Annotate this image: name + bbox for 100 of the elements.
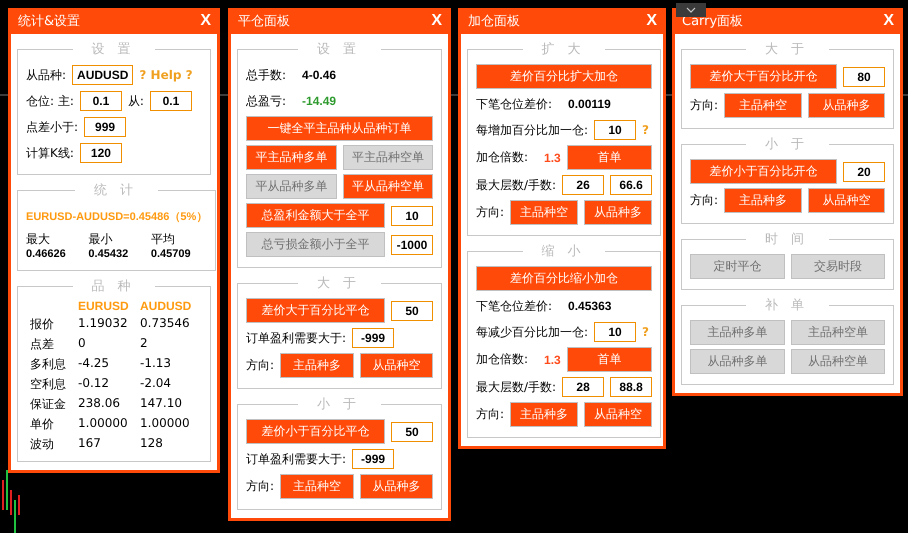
action-button[interactable]: 差价大于百分比开仓 [690,64,837,89]
table-cell-text: 1.00000 [140,416,191,432]
table-cell-text: 167 [78,436,102,452]
field-label: 加仓倍数: [476,149,528,166]
input-field[interactable]: 999 [84,117,126,137]
field-label: 加仓倍数: [476,351,528,368]
action-button[interactable]: 平从品种空单 [342,174,433,199]
action-button[interactable]: 主品种空 [724,93,802,118]
action-button[interactable]: 主品种多单 [690,320,784,345]
table-cell-text: -0.12 [78,376,110,392]
field-label: 方向: [246,478,274,495]
input-field[interactable]: 26 [562,175,604,195]
field-label: 每增加百分比加一仓: [476,122,588,138]
action-button[interactable]: 从品种空 [360,353,434,378]
stat-value: 0.45709 [150,248,192,260]
value-text: 1.3 [544,352,561,366]
close-button[interactable]: X [881,12,896,30]
action-button[interactable]: 主品种空单 [790,320,885,345]
input-field[interactable]: 10 [391,206,433,226]
value-text: 0.00119 [568,97,611,111]
action-button[interactable]: 一键全平主品种从品种订单 [246,116,433,141]
field-label: 方向: [690,97,718,114]
field-label: 从品种: [26,66,66,84]
stat-label: 最大 [26,231,51,248]
field-label: 下笔仓位差价: [476,96,552,112]
input-field[interactable]: 120 [80,143,122,163]
stat-value: 0.45432 [88,248,130,260]
action-button[interactable]: 平主品种多单 [246,145,336,170]
action-button[interactable]: 差价百分比缩小加仓 [476,266,652,291]
action-button[interactable]: 定时平仓 [690,254,784,279]
candlestick [6,470,8,510]
action-button[interactable]: 主品种空 [510,200,578,225]
input-field[interactable]: 0.1 [80,91,122,111]
input-field[interactable]: -1000 [391,234,433,254]
action-button[interactable]: 首单 [566,145,652,170]
stat-value: 0.46626 [26,248,67,260]
candlestick [2,480,4,510]
input-field[interactable]: 10 [594,322,636,342]
input-field[interactable]: 66.6 [610,175,652,195]
group-title: 补单 [764,297,818,314]
action-button[interactable]: 主品种多 [510,402,578,427]
group-title: 小于 [316,396,370,413]
close-button[interactable]: X [644,12,659,30]
help-link[interactable]: ? Help ? [139,68,193,82]
table-cell-text: -2.04 [140,376,172,392]
input-field[interactable]: 28 [562,377,604,397]
input-field[interactable]: 88.8 [610,377,652,397]
action-button[interactable]: 从品种多 [808,93,886,118]
column-header: AUDUSD [140,299,192,313]
input-field[interactable]: -999 [352,328,394,348]
field-label: 订单盈利需要大于: [246,330,346,346]
input-field[interactable]: -999 [352,449,394,469]
action-button[interactable]: 交易时段 [790,254,885,279]
field-label: 仓位: 主: [26,92,74,110]
table-cell-text: 0 [78,336,87,352]
action-button[interactable]: 从品种多单 [690,349,784,374]
help-link[interactable]: ? [642,123,650,137]
input-field[interactable]: AUDUSD [72,65,134,85]
help-link[interactable]: ? [642,325,650,339]
row-label: 波动 [30,436,55,453]
action-button[interactable]: 首单 [566,347,652,372]
action-button[interactable]: 主品种空 [280,474,354,499]
value-text: 4-0.46 [302,68,336,82]
action-button[interactable]: 从品种多 [584,200,652,225]
close-button[interactable]: X [429,12,444,30]
action-button[interactable]: 总亏损金额小于全平 [246,232,385,257]
group-title: 设置 [316,41,370,58]
close-button[interactable]: X [198,12,213,30]
input-field[interactable]: 80 [843,66,885,86]
candlestick [14,500,16,533]
action-button[interactable]: 差价小于百分比开仓 [690,159,837,184]
value-text: -14.49 [302,94,336,108]
action-button[interactable]: 从品种空 [584,402,652,427]
action-button[interactable]: 从品种空 [808,188,886,213]
action-button[interactable]: 总盈利金额大于全平 [246,203,385,228]
field-label: 方向: [476,204,504,221]
action-button[interactable]: 从品种多 [360,474,434,499]
field-label: 点差小于: [26,118,78,136]
table-cell-text: 0.73546 [140,316,191,332]
action-button[interactable]: 从品种空单 [790,349,885,374]
field-label: 最大层数/手数: [476,378,556,396]
stat-label: 最小 [88,231,114,248]
action-button[interactable]: 差价大于百分比平仓 [246,298,385,323]
group-title: 扩大 [540,41,594,58]
action-button[interactable]: 主品种多 [724,188,802,213]
action-button[interactable]: 主品种多 [280,353,354,378]
row-label: 空利息 [30,376,67,393]
input-field[interactable]: 50 [391,422,433,442]
action-button[interactable]: 差价百分比扩大加仓 [476,64,652,89]
row-label: 点差 [30,336,55,353]
input-field[interactable]: 10 [594,120,636,140]
input-field[interactable]: 50 [391,300,433,320]
action-button[interactable]: 平从品种多单 [246,174,336,199]
input-field[interactable]: 20 [843,162,885,182]
candlestick [10,490,12,515]
input-field[interactable]: 0.1 [150,91,192,111]
row-label: 单价 [30,416,55,433]
field-label: 方向: [246,357,274,374]
action-button[interactable]: 差价小于百分比平仓 [246,419,385,444]
action-button[interactable]: 平主品种空单 [342,145,433,170]
